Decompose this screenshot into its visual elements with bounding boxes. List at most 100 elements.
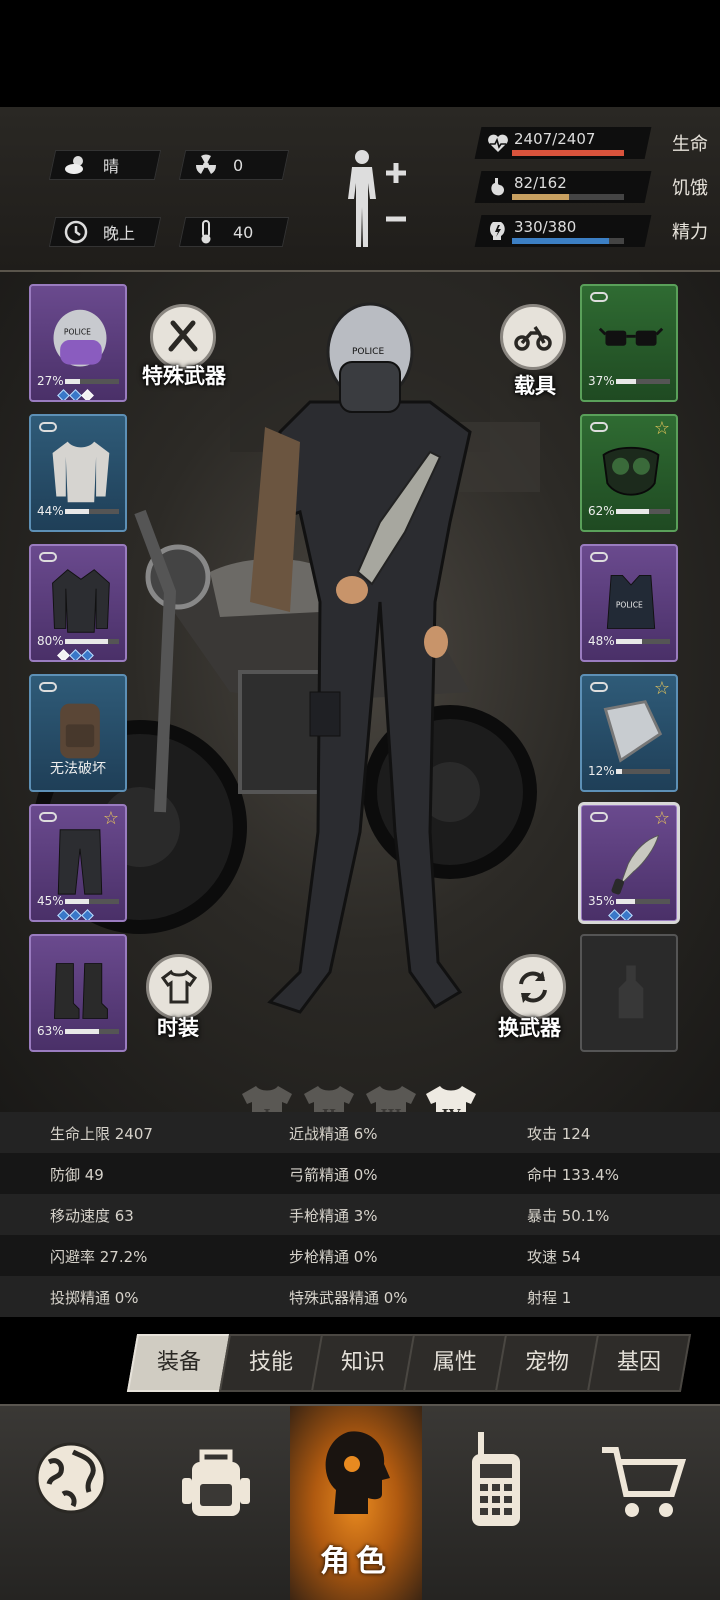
long-shirt-icon [52, 441, 110, 503]
stat-value: 生命上限 2407 [50, 1125, 153, 1143]
tshirt-icon [160, 969, 198, 1004]
stat-value: 步枪精通 0% [289, 1248, 378, 1266]
cloud-sun-icon [65, 156, 83, 174]
gem-icon [57, 649, 70, 660]
category-tab[interactable]: 属性 [402, 1334, 508, 1392]
nav-shop-button[interactable] [570, 1406, 720, 1600]
weather-chip[interactable]: 晴 [48, 150, 162, 180]
nav-world-button[interactable] [0, 1406, 142, 1600]
thermometer-icon [201, 220, 211, 244]
vehicle-label: 载具 [514, 374, 556, 398]
durability-value: 12% [588, 764, 615, 778]
category-tab[interactable]: 基因 [586, 1334, 692, 1392]
nav-character-button[interactable]: 角色 [290, 1406, 422, 1600]
throwable-slot[interactable] [580, 934, 678, 1052]
health-value: 2407/2407 [514, 130, 596, 148]
nav-inventory-button[interactable] [142, 1406, 290, 1600]
backpack-slot[interactable]: 无法破坏 [29, 674, 127, 792]
durability-value: 45% [37, 894, 64, 908]
crossed-tools-icon [168, 320, 198, 352]
category-tab-label: 知识 [340, 1350, 385, 1375]
durability-bar [616, 379, 670, 384]
linked-set-icon [590, 292, 608, 302]
gem-sockets [57, 909, 94, 920]
boots-slot[interactable]: 63% [29, 934, 127, 1052]
police-helmet-icon: POLICE [53, 309, 107, 367]
durability-value: 35% [588, 894, 615, 908]
special-weapon-label: 特殊武器 [142, 364, 226, 388]
energy-label: 精力 [672, 222, 708, 243]
radiation-icon [195, 154, 217, 174]
category-tab[interactable]: 知识 [310, 1334, 416, 1392]
stat-value: 射程 1 [527, 1289, 572, 1307]
durability-bar [616, 899, 670, 904]
gem-icon [81, 389, 94, 400]
glasses-slot[interactable]: 37% [580, 284, 678, 402]
jacket-slot[interactable]: 80% [29, 544, 127, 662]
heart-pulse-icon [488, 134, 508, 152]
unbreakable-label: 无法破坏 [50, 761, 106, 777]
health-bar: 2407/2407 生命 [474, 127, 714, 159]
radiation-chip[interactable]: 0 [178, 150, 290, 180]
temperature-value: 40 [233, 222, 254, 242]
category-tab[interactable]: 宠物 [494, 1334, 600, 1392]
pants-slot[interactable]: ☆ 45% [29, 804, 127, 922]
durability-value: 48% [588, 634, 615, 648]
swap-weapon-button[interactable] [500, 954, 566, 1020]
time-value: 晚上 [103, 224, 136, 243]
time-chip[interactable]: 晚上 [48, 217, 162, 247]
stat-value: 移动速度 63 [50, 1207, 134, 1225]
fashion-button[interactable] [146, 954, 212, 1020]
mask-slot[interactable]: ☆ 62% [580, 414, 678, 532]
category-tab[interactable]: 技能 [218, 1334, 324, 1392]
status-panel: 晴 0 晚上 40 2407/2407 生命 82/162 饥饿 330/380… [0, 107, 720, 272]
shield-slot[interactable]: ☆ 12% [580, 674, 678, 792]
durability-value: 62% [588, 504, 615, 518]
stat-row: 投掷精通 0% 特殊武器精通 0% 射程 1 [0, 1276, 720, 1317]
body-status-icon[interactable] [340, 147, 418, 251]
energy-bar: 330/380 精力 [474, 215, 714, 247]
boots-icon [53, 963, 108, 1019]
nav-radio-button[interactable] [422, 1406, 570, 1600]
radiation-value: 0 [233, 155, 244, 175]
durability-value: 37% [588, 374, 615, 388]
durability-bar [65, 639, 119, 644]
gem-icon [608, 909, 621, 920]
durability-bar [65, 1029, 119, 1034]
hunger-value: 82/162 [514, 174, 567, 192]
bottle-icon [618, 965, 644, 1019]
gem-icon [620, 909, 633, 920]
durability-value: 63% [37, 1024, 64, 1038]
gem-sockets [57, 389, 94, 400]
durability-bar [616, 769, 670, 774]
stat-row: 移动速度 63 手枪精通 3% 暴击 50.1% [0, 1194, 720, 1235]
gem-sockets [608, 909, 633, 920]
fashion-label: 时装 [157, 1016, 199, 1040]
temperature-chip[interactable]: 40 [178, 217, 290, 247]
swap-weapon-label: 换武器 [498, 1016, 561, 1040]
helmet-police-text: POLICE [352, 347, 384, 357]
category-tab[interactable]: 装备 [126, 1334, 232, 1392]
stat-value: 弓箭精通 0% [289, 1166, 378, 1184]
linked-set-icon [590, 682, 608, 692]
stat-value: 攻速 54 [527, 1248, 581, 1266]
gem-icon [81, 649, 94, 660]
stat-value: 闪避率 27.2% [50, 1248, 148, 1266]
durability-bar [65, 899, 119, 904]
shirt-slot[interactable]: 44% [29, 414, 127, 532]
category-tabs: 装备 技能 知识 属性 宠物 基因 [126, 1334, 702, 1392]
linked-set-icon [590, 812, 608, 822]
gem-icon [57, 909, 70, 920]
vest-slot[interactable]: POLICE 48% [580, 544, 678, 662]
durability-bar [616, 509, 670, 514]
backpack-icon [182, 1449, 250, 1516]
stat-row: 闪避率 27.2% 步枪精通 0% 攻速 54 [0, 1235, 720, 1276]
stat-value: 手枪精通 3% [289, 1207, 378, 1225]
weapon-slot[interactable]: ☆ 35% [578, 802, 680, 924]
vehicle-button[interactable] [500, 304, 566, 370]
health-label: 生命 [672, 134, 708, 155]
stat-row: 生命上限 2407 近战精通 6% 攻击 124 [0, 1112, 720, 1153]
helmet-slot[interactable]: POLICE 27% [29, 284, 127, 402]
category-tab-label: 属性 [432, 1350, 477, 1375]
star-icon: ☆ [102, 808, 119, 829]
